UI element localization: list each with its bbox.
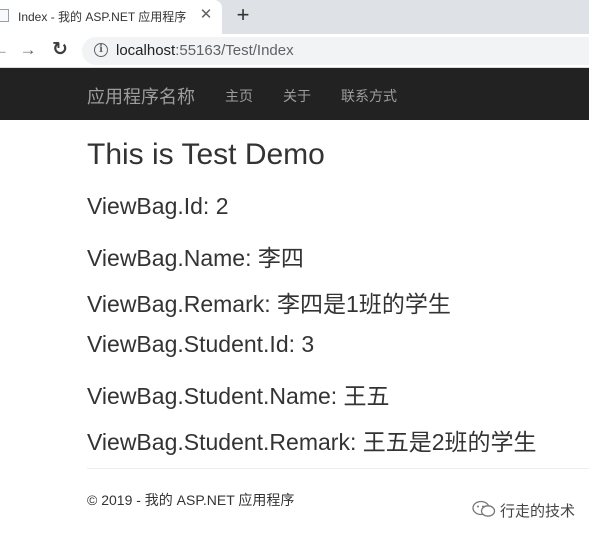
nav-link-home[interactable]: 主页 <box>225 86 253 106</box>
viewbag-student-remark-line: ViewBag.Student.Remark: 王五是2班的学生 <box>87 429 537 455</box>
reload-icon[interactable]: ↻ <box>50 39 70 61</box>
browser-toolbar: ← → ↻ i localhost:55163/Test/Index <box>0 34 589 68</box>
browser-tab-strip: Index - 我的 ASP.NET 应用程序 ✕ + <box>0 0 589 34</box>
address-bar[interactable]: i localhost:55163/Test/Index <box>82 37 589 65</box>
site-navbar: 应用程序名称 主页 关于 联系方式 <box>0 68 589 120</box>
forward-icon[interactable]: → <box>18 39 38 61</box>
tab-title: Index - 我的 ASP.NET 应用程序 <box>18 10 187 24</box>
page-icon <box>0 9 9 22</box>
viewbag-student-name-line: ViewBag.Student.Name: 王五 <box>87 383 390 409</box>
page-title: This is Test Demo <box>87 138 325 171</box>
back-icon[interactable]: ← <box>0 39 9 61</box>
viewbag-name-line: ViewBag.Name: 李四 <box>87 245 304 271</box>
brand-link[interactable]: 应用程序名称 <box>87 83 195 109</box>
url-host: localhost <box>116 42 176 59</box>
footer-text: © 2019 - 我的 ASP.NET 应用程序 <box>87 492 295 508</box>
viewbag-student-id-line: ViewBag.Student.Id: 3 <box>87 331 315 357</box>
info-icon[interactable]: i <box>94 43 108 57</box>
new-tab-icon[interactable]: + <box>233 4 253 26</box>
viewbag-id-line: ViewBag.Id: 2 <box>87 193 229 219</box>
nav-link-contact[interactable]: 联系方式 <box>341 86 397 106</box>
wechat-icon <box>472 500 496 517</box>
url-path: :55163/Test/Index <box>175 42 294 59</box>
footer-divider <box>87 468 589 469</box>
browser-tab[interactable]: Index - 我的 ASP.NET 应用程序 ✕ <box>0 0 222 34</box>
viewbag-remark-line: ViewBag.Remark: 李四是1班的学生 <box>87 291 451 317</box>
watermark-text: 行走的技术 <box>500 503 576 520</box>
close-tab-icon[interactable]: ✕ <box>198 6 214 24</box>
url-text[interactable]: localhost:55163/Test/Index <box>116 42 294 59</box>
nav-link-about[interactable]: 关于 <box>283 86 311 106</box>
